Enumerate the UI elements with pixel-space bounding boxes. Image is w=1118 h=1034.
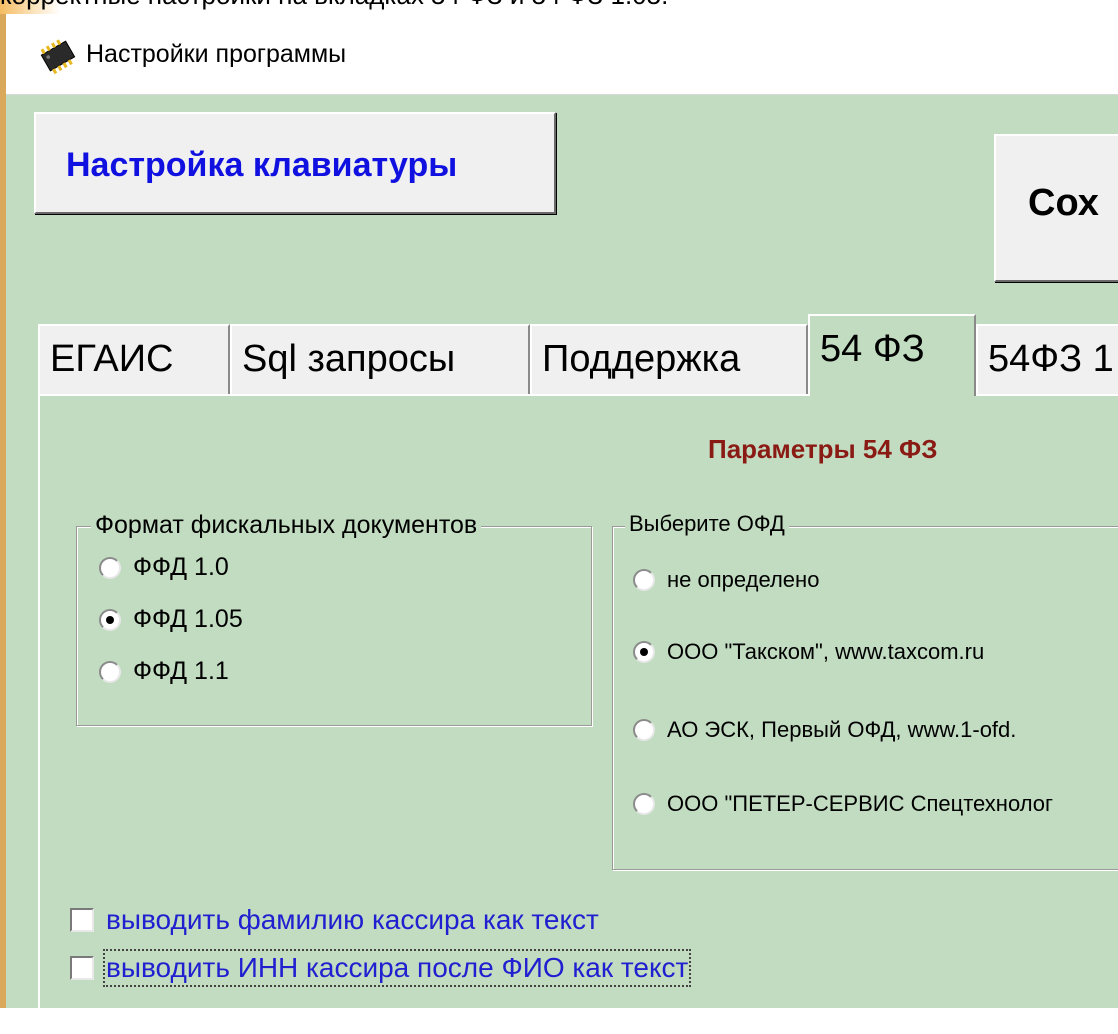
radio-label: ФФД 1.05 xyxy=(133,605,243,633)
background-document-strip: корректные настройки на вкладках 54 ФЗ и… xyxy=(0,0,1118,14)
background-caption: корректные настройки на вкладках 54 ФЗ и… xyxy=(0,0,668,11)
radio-ffd-1-1[interactable]: ФФД 1.1 xyxy=(99,657,229,686)
title-bar[interactable]: Настройки программы xyxy=(6,14,1118,95)
radio-ffd-1-0[interactable]: ФФД 1.0 xyxy=(99,553,229,582)
radio-ofd-undefined[interactable]: не определено xyxy=(633,567,819,593)
checkbox-label: выводить фамилию кассира как текст xyxy=(106,904,599,935)
settings-window: Настройки программы Настройка клавиатуры… xyxy=(0,14,1118,1034)
radio-label: ООО "ПЕТЕР-СЕРВИС Спецтехнолог xyxy=(667,791,1054,816)
save-button[interactable]: Сох xyxy=(994,134,1118,282)
radio-ofd-peter-service[interactable]: ООО "ПЕТЕР-СЕРВИС Спецтехнолог xyxy=(633,791,1053,817)
ofd-legend: Выберите ОФД xyxy=(625,511,789,537)
radio-label: ФФД 1.0 xyxy=(133,553,229,581)
radio-button[interactable] xyxy=(633,793,655,815)
tab-egais[interactable]: ЕГАИС xyxy=(38,324,230,394)
panel-title: Параметры 54 ФЗ xyxy=(708,434,938,464)
tab-support[interactable]: Поддержка xyxy=(530,324,808,394)
radio-label: не определено xyxy=(667,567,820,592)
microchip-icon xyxy=(36,34,80,78)
radio-ffd-1-05[interactable]: ФФД 1.05 xyxy=(99,605,243,634)
checkbox[interactable] xyxy=(70,908,94,932)
checkbox-cashier-name-text[interactable]: выводить фамилию кассира как текст xyxy=(70,904,599,936)
radio-label: ООО "Такском", www.taxcom.ru xyxy=(667,639,985,664)
radio-ofd-taxcom[interactable]: ООО "Такском", www.taxcom.ru xyxy=(633,639,984,665)
tab-sql-queries[interactable]: Sql запросы xyxy=(230,324,530,394)
settings-tabs: ЕГАИС Sql запросы Поддержка 54 ФЗ 54ФЗ 1 xyxy=(38,314,1118,396)
radio-ofd-first-ofd[interactable]: АО ЭСК, Первый ОФД, www.1-ofd. xyxy=(633,717,1016,743)
tab-54fz-1[interactable]: 54ФЗ 1 xyxy=(976,324,1118,394)
radio-button[interactable] xyxy=(633,641,655,663)
radio-label: ФФД 1.1 xyxy=(133,657,229,685)
radio-button[interactable] xyxy=(633,719,655,741)
ofd-select-group: Выберите ОФД не определено ООО "Такском"… xyxy=(612,511,1118,870)
radio-button[interactable] xyxy=(99,556,121,579)
tab-panel-54fz: Параметры 54 ФЗ Формат фискальных докуме… xyxy=(38,394,1118,1034)
radio-button[interactable] xyxy=(99,660,121,683)
checkbox-cashier-inn-text[interactable]: выводить ИНН кассира после ФИО как текст xyxy=(70,949,692,987)
keyboard-settings-button[interactable]: Настройка клавиатуры xyxy=(34,112,556,214)
radio-button[interactable] xyxy=(633,569,655,591)
tab-54fz[interactable]: 54 ФЗ xyxy=(808,314,976,396)
checkbox[interactable] xyxy=(70,956,94,980)
radio-label: АО ЭСК, Первый ОФД, www.1-ofd. xyxy=(667,717,1017,742)
window-title: Настройки программы xyxy=(86,40,347,68)
checkbox-label: выводить ИНН кассира после ФИО как текст xyxy=(102,949,692,987)
fiscal-format-group: Формат фискальных документов ФФД 1.0 ФФД… xyxy=(76,511,592,726)
radio-button[interactable] xyxy=(99,608,121,631)
fiscal-format-legend: Формат фискальных документов xyxy=(91,511,482,540)
